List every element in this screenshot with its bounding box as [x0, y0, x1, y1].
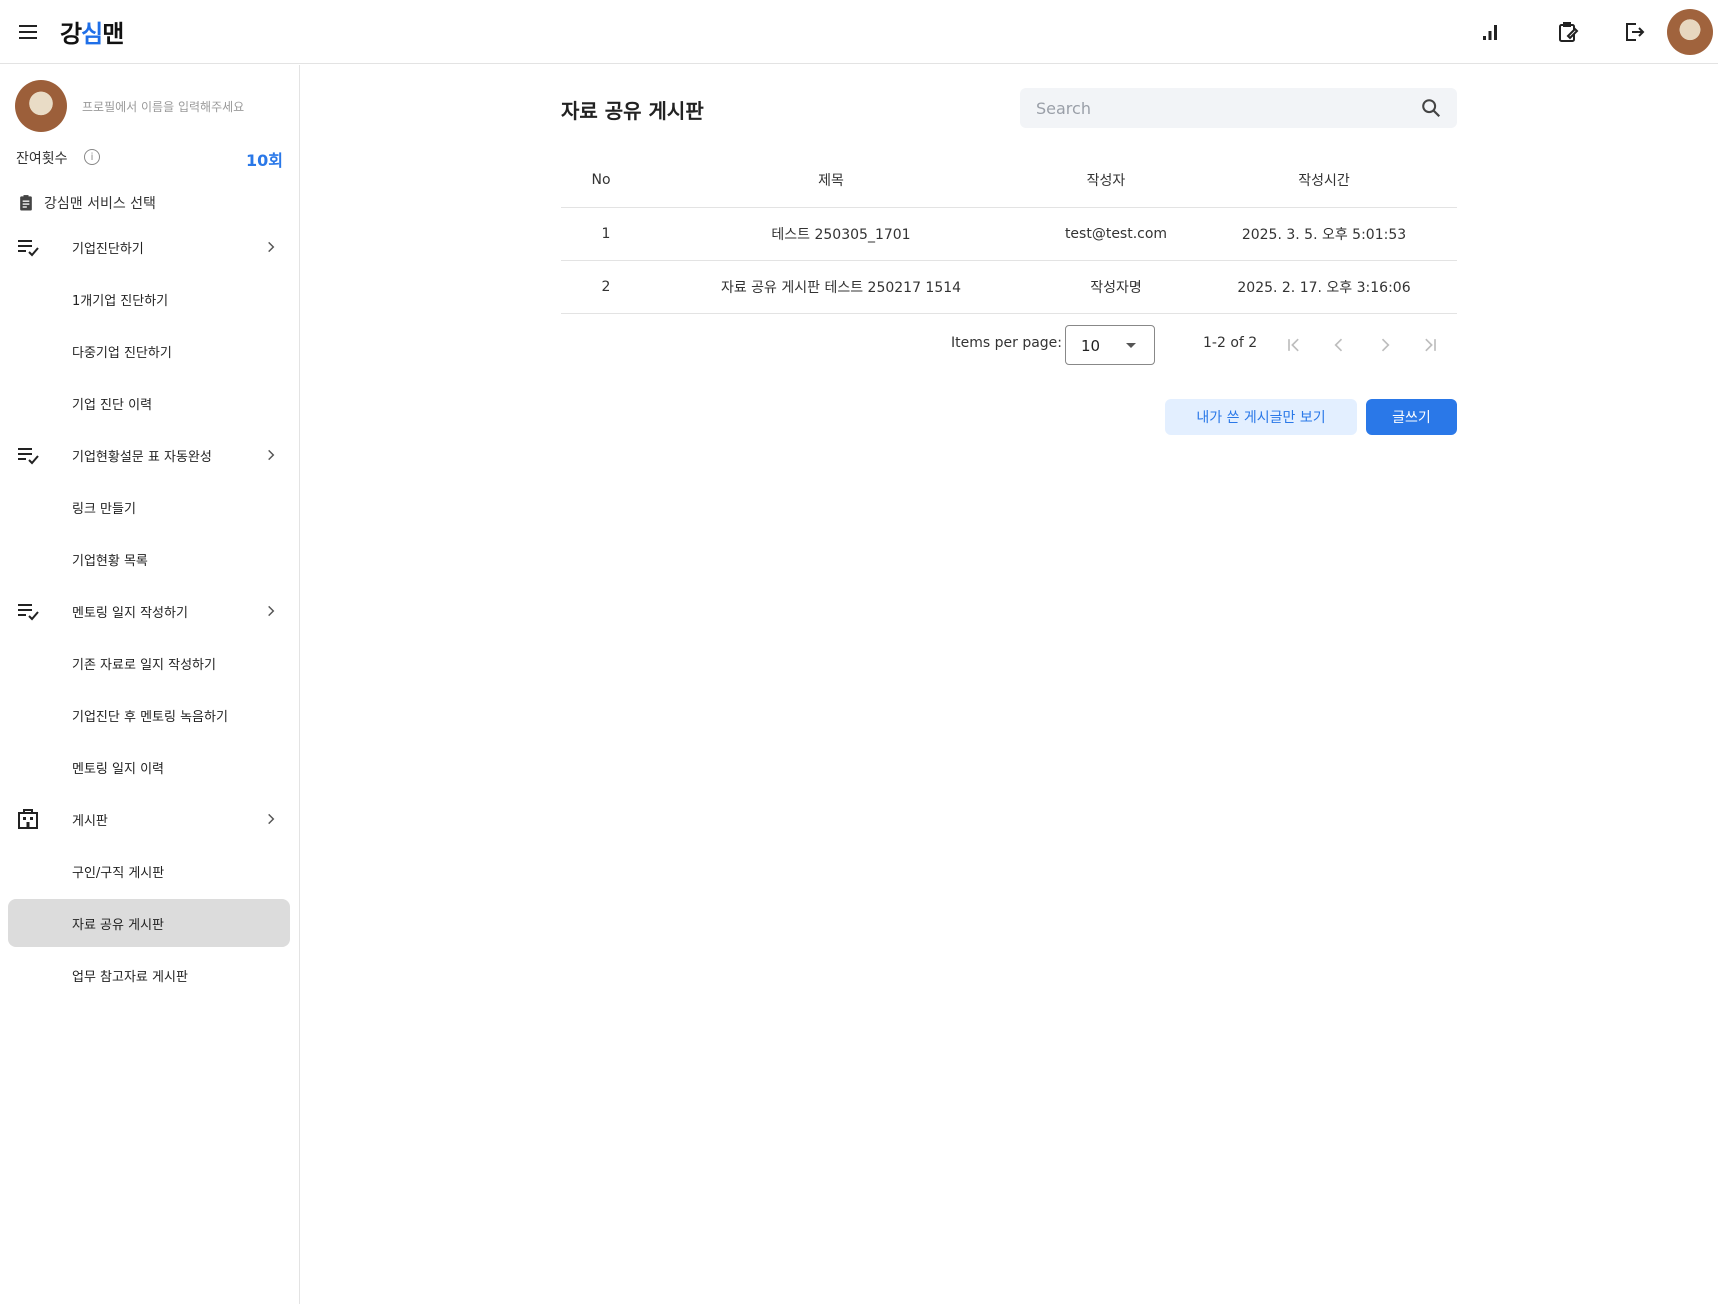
table-header-row: No 제목 작성자 작성시간: [561, 153, 1457, 208]
search-input[interactable]: [1036, 88, 1406, 128]
first-page-button[interactable]: [1280, 331, 1308, 359]
sidebar-item-make-link[interactable]: 링크 만들기: [8, 483, 290, 531]
nav-group-label: 게시판: [72, 813, 108, 829]
logout-icon[interactable]: [1620, 18, 1648, 46]
sidebar-item-record-mentoring[interactable]: 기업진단 후 멘토링 녹음하기: [8, 691, 290, 739]
credits-value: 10회: [246, 151, 283, 170]
app-logo[interactable]: 강심맨: [60, 14, 124, 49]
building-icon: [18, 809, 38, 829]
menu-icon[interactable]: [16, 20, 40, 44]
credits-label: 잔여횟수: [16, 151, 68, 167]
caret-down-icon: [1126, 343, 1136, 348]
bar-chart-icon[interactable]: [1476, 18, 1504, 46]
chevron-right-icon: [268, 605, 275, 617]
checklist-icon: [18, 604, 39, 621]
prev-page-button[interactable]: [1325, 331, 1353, 359]
last-page-button[interactable]: [1416, 331, 1444, 359]
sidebar-item-reference-board[interactable]: 업무 참고자료 게시판: [8, 951, 290, 999]
search-box: [1020, 88, 1457, 128]
info-icon[interactable]: i: [84, 149, 100, 165]
nav-group-label: 기업진단하기: [72, 241, 144, 257]
table-row[interactable]: 1 테스트 250305_1701 test@test.com 2025. 3.…: [561, 207, 1457, 261]
board-table: No 제목 작성자 작성시간 1 테스트 250305_1701 test@te…: [561, 153, 1457, 314]
sidebar-item-multi-diagnosis[interactable]: 다중기업 진단하기: [8, 327, 290, 375]
sidebar-item-single-diagnosis[interactable]: 1개기업 진단하기: [8, 275, 290, 323]
top-header: 강심맨: [0, 0, 1718, 64]
column-header-author[interactable]: 작성자: [1021, 153, 1191, 208]
chevron-right-icon: [1381, 338, 1390, 352]
cell-no: 2: [561, 260, 641, 314]
chevron-right-icon: [268, 449, 275, 461]
column-header-title[interactable]: 제목: [641, 153, 1021, 208]
next-page-button[interactable]: [1371, 331, 1399, 359]
clipboard-icon: [20, 195, 32, 211]
sidebar-item-diagnosis-history[interactable]: 기업 진단 이력: [8, 379, 290, 427]
nav-group-label: 기업현황설문 표 자동완성: [72, 449, 212, 465]
profile-name-placeholder: 프로필에서 이름을 입력해주세요: [82, 100, 245, 114]
items-per-page-label: Items per page:: [951, 335, 1063, 351]
user-avatar[interactable]: [1667, 9, 1713, 55]
nav-group-mentoring[interactable]: 멘토링 일지 작성하기: [0, 591, 300, 631]
checklist-icon: [18, 240, 39, 257]
cell-author: 작성자명: [1021, 260, 1191, 314]
sidebar-item-job-board[interactable]: 구인/구직 게시판: [8, 847, 290, 895]
nav-group-survey[interactable]: 기업현황설문 표 자동완성: [0, 435, 300, 475]
chevron-right-icon: [268, 813, 275, 825]
cell-title[interactable]: 자료 공유 게시판 테스트 250217 1514: [641, 260, 1021, 314]
cell-author: test@test.com: [1021, 207, 1191, 261]
sidebar-item-mentoring-history[interactable]: 멘토링 일지 이력: [8, 743, 290, 791]
nav-group-board[interactable]: 게시판: [0, 799, 300, 839]
nav-group-label: 멘토링 일지 작성하기: [72, 605, 188, 621]
items-per-page-select[interactable]: 10: [1065, 325, 1155, 365]
page-range: 1-2 of 2: [1203, 335, 1258, 351]
service-select-heading: 강심맨 서비스 선택: [16, 193, 156, 213]
write-button[interactable]: 글쓰기: [1366, 399, 1457, 435]
items-per-page-value: 10: [1081, 337, 1101, 355]
chevron-left-icon: [1334, 338, 1343, 352]
cell-no: 1: [561, 207, 641, 261]
sidebar: 프로필에서 이름을 입력해주세요 잔여횟수 i 10회 강심맨 서비스 선택 기…: [0, 65, 300, 1304]
cell-title[interactable]: 테스트 250305_1701: [641, 207, 1021, 261]
nav-group-diagnosis[interactable]: 기업진단하기: [0, 227, 300, 267]
my-posts-button[interactable]: 내가 쓴 게시글만 보기: [1165, 399, 1357, 435]
cell-time: 2025. 2. 17. 오후 3:16:06: [1191, 260, 1457, 314]
sidebar-item-resource-board[interactable]: 자료 공유 게시판: [8, 899, 290, 947]
sidebar-item-company-list[interactable]: 기업현황 목록: [8, 535, 290, 583]
table-row[interactable]: 2 자료 공유 게시판 테스트 250217 1514 작성자명 2025. 2…: [561, 260, 1457, 314]
last-page-icon: [1425, 338, 1436, 352]
search-icon[interactable]: [1420, 97, 1442, 119]
checklist-icon: [18, 448, 39, 465]
profile-avatar[interactable]: [15, 80, 67, 132]
column-header-time[interactable]: 작성시간: [1191, 153, 1457, 208]
sidebar-item-log-from-existing[interactable]: 기존 자료로 일지 작성하기: [8, 639, 290, 687]
column-header-no[interactable]: No: [561, 153, 641, 208]
page-title: 자료 공유 게시판: [561, 99, 704, 123]
cell-time: 2025. 3. 5. 오후 5:01:53: [1191, 207, 1457, 261]
service-select-title: 강심맨 서비스 선택: [44, 196, 156, 212]
first-page-icon: [1288, 338, 1299, 352]
clipboard-edit-icon[interactable]: [1554, 18, 1582, 46]
chevron-right-icon: [268, 241, 275, 253]
